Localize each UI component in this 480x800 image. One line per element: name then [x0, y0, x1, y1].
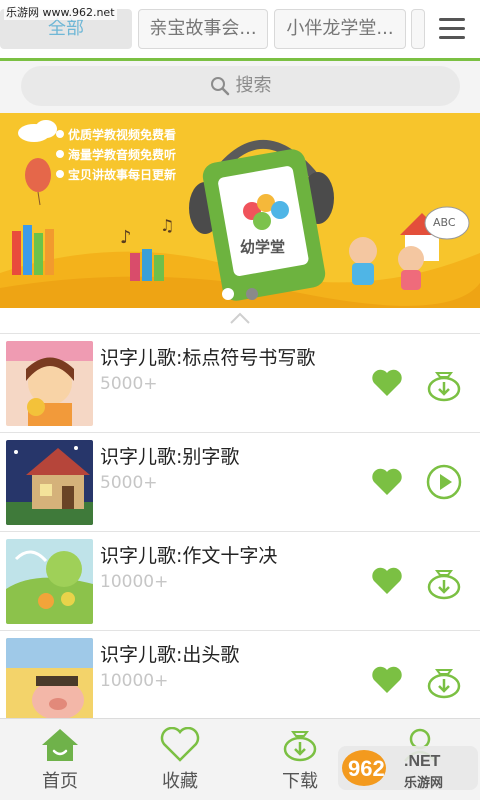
svg-text:♫: ♫	[160, 216, 174, 235]
carousel-dot[interactable]	[246, 288, 258, 300]
search-area: 搜索	[0, 61, 480, 113]
search-bar[interactable]: 搜索	[21, 66, 460, 106]
promo-banner[interactable]: ♪ ♫ 优质学教视频免费看 海量学教音频免费听 宝贝讲故事每日更新 幼学堂 AB…	[0, 113, 480, 308]
svg-text:.NET: .NET	[404, 753, 441, 770]
item-play-count: 5000+	[100, 473, 158, 493]
svg-text:♪: ♪	[120, 227, 132, 248]
item-thumbnail	[6, 440, 93, 525]
play-icon[interactable]	[425, 463, 463, 501]
download-icon[interactable]	[425, 661, 463, 699]
banner-app-name: 幼学堂	[240, 238, 286, 256]
stamp-caption: 乐游网	[404, 776, 444, 791]
favorite-heart-icon[interactable]	[371, 468, 403, 496]
heart-icon	[160, 727, 200, 762]
banner-line-1: 优质学教视频免费看	[68, 128, 177, 142]
list-item[interactable]: 识字儿歌:出头歌 10000+	[0, 630, 480, 729]
download-icon	[283, 731, 317, 762]
menu-button[interactable]	[432, 12, 472, 48]
item-title: 识字儿歌:别字歌	[100, 446, 240, 468]
svg-text:962: 962	[348, 756, 385, 781]
item-play-count: 10000+	[100, 671, 169, 691]
chevron-up-icon[interactable]	[228, 310, 252, 326]
nav-favorites[interactable]: 收藏	[120, 719, 240, 800]
item-title: 识字儿歌:作文十字决	[100, 545, 278, 567]
nav-home-label: 首页	[42, 771, 78, 792]
item-play-count: 5000+	[100, 374, 158, 394]
tab-story[interactable]: 亲宝故事会...	[138, 9, 268, 49]
banner-abc-badge: ABC	[433, 216, 456, 229]
favorite-heart-icon[interactable]	[371, 369, 403, 397]
item-title: 识字儿歌:出头歌	[100, 644, 240, 666]
item-thumbnail	[6, 341, 93, 426]
download-icon[interactable]	[425, 364, 463, 402]
nav-home[interactable]: 首页	[0, 719, 120, 800]
item-title: 识字儿歌:标点符号书写歌	[100, 347, 316, 369]
site-watermark: 乐游网 www.962.net	[4, 4, 117, 20]
search-placeholder: 搜索	[235, 75, 272, 96]
tab-xiaobanlong[interactable]: 小伴龙学堂...	[274, 9, 406, 49]
favorite-heart-icon[interactable]	[371, 567, 403, 595]
banner-line-2: 海量学教音频免费听	[68, 148, 177, 162]
list-item[interactable]: 识字儿歌:作文十字决 10000+	[0, 531, 480, 630]
banner-line-3: 宝贝讲故事每日更新	[68, 168, 177, 182]
list-item[interactable]: 识字儿歌:别字歌 5000+	[0, 432, 480, 531]
tab-more[interactable]	[411, 9, 425, 49]
home-icon	[42, 729, 78, 761]
item-play-count: 10000+	[100, 572, 169, 592]
site-logo-stamp: 962 .NET 乐游网	[338, 742, 478, 792]
favorite-heart-icon[interactable]	[371, 666, 403, 694]
nav-favorites-label: 收藏	[162, 771, 198, 792]
content-list: 识字儿歌:标点符号书写歌 5000+ 识字儿歌:别字歌 5000+ 识字儿歌:作…	[0, 333, 480, 729]
carousel-dot-active[interactable]	[222, 288, 234, 300]
item-thumbnail	[6, 638, 93, 723]
hamburger-icon	[439, 18, 465, 21]
download-icon[interactable]	[425, 562, 463, 600]
search-icon	[210, 77, 229, 96]
item-thumbnail	[6, 539, 93, 624]
list-item[interactable]: 识字儿歌:标点符号书写歌 5000+	[0, 333, 480, 432]
